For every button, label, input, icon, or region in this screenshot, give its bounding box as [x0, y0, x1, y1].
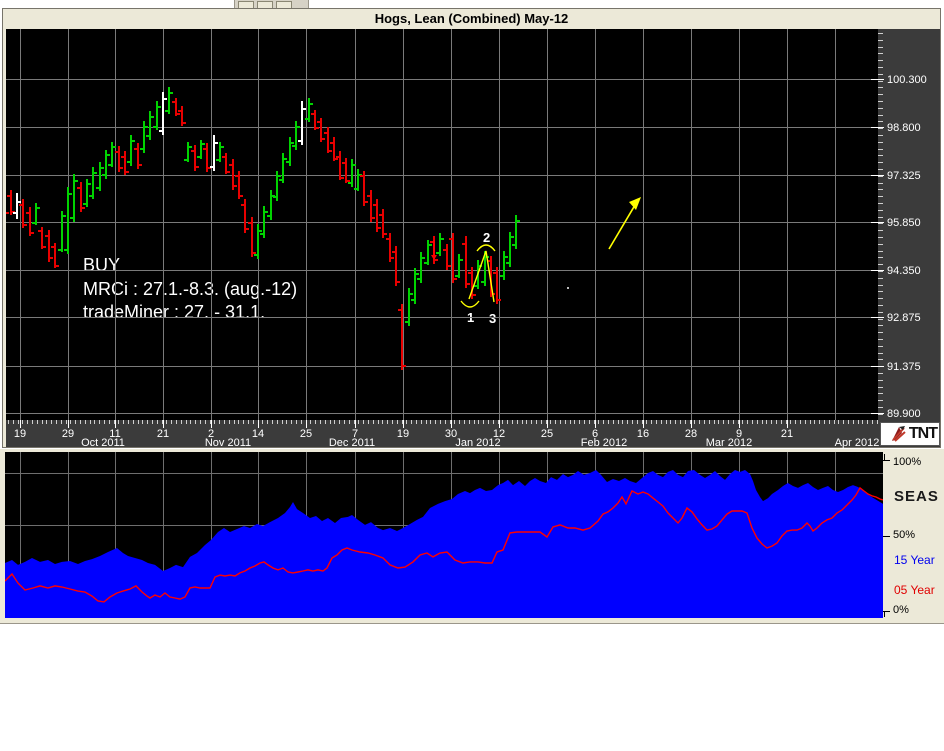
tnt-logo-figure-icon	[891, 426, 906, 442]
pivot-label-1: 1	[467, 310, 475, 325]
chart-title: Hogs, Lean (Combined) May-12	[374, 11, 569, 26]
pivot-label-2: 2	[483, 230, 491, 245]
toolbar-button-fragment[interactable]	[257, 1, 273, 8]
page: Hogs, Lean (Combined) May-12 BUY MRCi : …	[0, 0, 944, 751]
tnt-logo: TNT	[880, 422, 940, 446]
buy-label: BUY	[83, 255, 121, 275]
seasonal-chart-plot[interactable]	[5, 452, 883, 618]
seas-50pct-label: 50%	[893, 529, 916, 541]
seas-100pct-label: 100%	[893, 456, 922, 468]
price-axis-panel[interactable]	[878, 29, 940, 420]
toolbar-button-fragment[interactable]	[238, 1, 254, 8]
price-chart-plot[interactable]	[6, 29, 878, 420]
seas-0pct-label: 0%	[893, 604, 909, 616]
trade-note-annotation: BUY MRCi : 27.1.-8.3. (aug.-12) tradeMin…	[83, 254, 297, 325]
seas-15year-legend[interactable]: 15 Year	[894, 553, 935, 567]
chart-title-bar[interactable]: Hogs, Lean (Combined) May-12	[3, 9, 940, 30]
seas-05year-legend[interactable]: 05 Year	[894, 583, 935, 597]
pivot-label-3: 3	[489, 311, 497, 326]
tnt-logo-text: TNT	[908, 425, 938, 442]
clipped-toolbar-fragment	[234, 0, 309, 8]
trademiner-note: tradeMiner : 27. - 31.1.	[83, 302, 266, 322]
seas-title: SEAS	[894, 488, 939, 505]
date-axis-panel[interactable]	[6, 420, 940, 447]
mrci-note: MRCi : 27.1.-8.3. (aug.-12)	[83, 278, 298, 299]
toolbar-button-fragment[interactable]	[276, 1, 292, 8]
